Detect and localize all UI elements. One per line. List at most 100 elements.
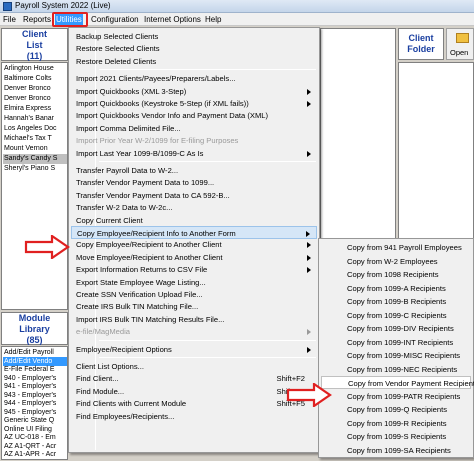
utilities-menu-item[interactable]: Create SSN Verification Upload File... bbox=[71, 288, 317, 301]
utilities-menu-item[interactable]: e-file/MagMedia bbox=[71, 325, 317, 338]
menu-configuration[interactable]: Configuration bbox=[90, 14, 140, 25]
utilities-dropdown: Backup Selected Clients Restore Selected … bbox=[68, 27, 320, 453]
menu-item-label: Move Employee/Recipient to Another Clien… bbox=[76, 252, 223, 262]
client-list-item[interactable]: Arlington House bbox=[3, 64, 67, 74]
copy-submenu-item[interactable]: Copy from 1099-SA Recipients bbox=[321, 444, 471, 457]
client-list-item[interactable]: Denver Bronco bbox=[3, 84, 67, 94]
menu-item-label: Import Quickbooks Vendor Info and Paymen… bbox=[76, 111, 269, 121]
client-list-panel[interactable]: Arlington House Baltimore Colts Denver Bro… bbox=[1, 62, 68, 310]
client-list-item[interactable]: Sandy's Candy S bbox=[3, 154, 67, 164]
utilities-menu-item[interactable]: Copy Current Client bbox=[71, 214, 317, 227]
menu-item-label: Client List Options... bbox=[76, 362, 144, 371]
utilities-menu-item[interactable]: Restore Selected Clients bbox=[71, 42, 317, 55]
submenu-arrow-icon bbox=[307, 329, 311, 336]
open-button[interactable]: Open bbox=[446, 28, 474, 60]
utilities-menu-item[interactable]: Backup Selected Clients bbox=[71, 30, 317, 43]
utilities-menu-item[interactable]: Export State Employee Wage Listing... bbox=[71, 276, 317, 289]
utilities-menu-item[interactable]: Client List Options... bbox=[71, 360, 317, 373]
menu-item-label: Restore Deleted Clients bbox=[76, 56, 157, 66]
menu-item-label: Import Prior Year W-2/1099 for E-filing … bbox=[76, 136, 239, 146]
menu-item-label: Import IRS Bulk TIN Matching Results Fil… bbox=[76, 314, 225, 324]
client-folder-header[interactable]: Client Folder bbox=[398, 28, 444, 60]
utilities-menu-item[interactable]: Import Quickbooks (Keystroke 5-Step (if … bbox=[71, 97, 317, 110]
utilities-menu-item[interactable]: Import Prior Year W-2/1099 for E-filing … bbox=[71, 134, 317, 147]
utilities-menu-item[interactable]: Find Module...Shift+F4 bbox=[71, 385, 317, 398]
module-library-panel[interactable]: Add/Edit Payroll Add/Edit Vendo E-File Fed… bbox=[1, 346, 68, 460]
menu-item-label: Create IRS Bulk TIN Matching File... bbox=[76, 302, 199, 312]
module-library-header[interactable]: Module Library (85) bbox=[1, 312, 68, 345]
copy-submenu-item[interactable]: Copy from 1098 Recipients bbox=[321, 268, 471, 281]
client-list-label: List bbox=[26, 40, 43, 50]
submenu-arrow-icon bbox=[306, 231, 310, 237]
client-list-item[interactable]: Michael's Tax T bbox=[3, 134, 67, 144]
utilities-menu-item[interactable]: Restore Deleted Clients bbox=[71, 55, 317, 68]
utilities-menu-item[interactable]: Transfer Vendor Payment Data to 1099... bbox=[71, 176, 317, 189]
utilities-menu-item[interactable]: Import Last Year 1099-B/1099-C As Is bbox=[71, 147, 317, 160]
utilities-menu-item[interactable]: Import Quickbooks (XML 3-Step) bbox=[71, 85, 317, 98]
utilities-menu-item[interactable]: Find Employees/Recipients... bbox=[71, 410, 317, 423]
menu-reports[interactable]: Reports bbox=[22, 14, 52, 25]
client-list-item[interactable]: Sheryl's Piano S bbox=[3, 164, 67, 174]
utilities-menu-item[interactable]: Create IRS Bulk TIN Matching File... bbox=[71, 300, 317, 313]
submenu-arrow-icon bbox=[307, 101, 311, 107]
menu-separator bbox=[99, 339, 316, 341]
menu-internet-options[interactable]: Internet Options bbox=[143, 14, 202, 25]
copy-submenu-item[interactable]: Copy from 1099-INT Recipients bbox=[321, 336, 471, 349]
client-list-item[interactable]: Mount Vernon bbox=[3, 144, 67, 154]
copy-submenu-item[interactable]: Copy from 1099-C Recipients bbox=[321, 309, 471, 322]
menu-item-label: Transfer W-2 Data to W-2c... bbox=[76, 203, 173, 213]
utilities-menu-item[interactable]: Transfer Payroll Data to W-2... bbox=[71, 164, 317, 177]
copy-submenu-item[interactable]: Copy from 1099-B Recipients bbox=[321, 295, 471, 308]
submenu-arrow-icon bbox=[307, 346, 311, 353]
client-list-label: Client bbox=[21, 29, 47, 39]
app-icon bbox=[3, 2, 12, 11]
module-list-item[interactable]: AZ A1-APR - Acr bbox=[3, 450, 67, 459]
utilities-menu-item[interactable]: Copy Employee/Recipient Info to Another … bbox=[71, 226, 317, 239]
utilities-menu-item[interactable]: Copy Employee/Recipient to Another Clien… bbox=[71, 238, 317, 251]
utilities-menu-item[interactable]: Find Clients with Current Module Shift+F5 bbox=[71, 397, 317, 410]
client-list-header[interactable]: Client List (11) bbox=[1, 28, 68, 61]
submenu-arrow-icon bbox=[307, 242, 311, 249]
copy-submenu-item[interactable]: Copy from 1099-R Recipients bbox=[321, 417, 471, 430]
window-title: Payroll System 2022 (Live) bbox=[15, 1, 111, 10]
client-list-item[interactable]: Hannah's Banar bbox=[3, 114, 67, 124]
menu-item-label: Copy Employee/Recipient to Another Clien… bbox=[76, 240, 222, 250]
utilities-menu-item[interactable]: Import Comma Delimited File... bbox=[71, 122, 317, 135]
utilities-menu-item[interactable]: Find Client... Shift+F2 bbox=[71, 372, 317, 385]
copy-submenu-item[interactable]: Copy from 1099-PATR Recipients bbox=[321, 390, 471, 403]
menu-item-label: Copy Current Client bbox=[76, 215, 143, 225]
copy-submenu-item[interactable]: Copy from 1099-MISC Recipients bbox=[321, 349, 471, 362]
copy-submenu-item[interactable]: Copy from 1099-S Recipients bbox=[321, 430, 471, 443]
copy-submenu-item[interactable]: Copy from 1099-Q Recipients bbox=[321, 403, 471, 416]
menu-item-label: Transfer Vendor Payment Data to CA 592-B… bbox=[76, 190, 230, 200]
client-list-item[interactable]: Baltimore Colts bbox=[3, 74, 67, 84]
copy-submenu-item[interactable]: Copy from W-2 Employees bbox=[321, 255, 471, 268]
copy-submenu-item[interactable]: Copy from 1099-DIV Recipients bbox=[321, 322, 471, 335]
module-library-label: Module bbox=[18, 313, 51, 323]
open-button-label: Open bbox=[450, 48, 469, 57]
client-folder-label: Folder bbox=[407, 44, 435, 54]
menu-item-label: Import 2021 Clients/Payees/Preparers/Lab… bbox=[76, 74, 236, 84]
client-list-item[interactable]: Denver Bronco bbox=[3, 94, 67, 104]
utilities-menu-item[interactable]: Transfer W-2 Data to W-2c... bbox=[71, 201, 317, 214]
client-list-item[interactable]: Elmira Express bbox=[3, 104, 67, 114]
submenu-arrow-icon bbox=[307, 267, 311, 274]
utilities-menu-item[interactable]: Move Employee/Recipient to Another Clien… bbox=[71, 251, 317, 264]
utilities-menu-item[interactable]: Import Quickbooks Vendor Info and Paymen… bbox=[71, 109, 317, 122]
copy-submenu: Copy from 941 Payroll Employees Copy from… bbox=[318, 238, 474, 458]
copy-submenu-item[interactable]: Copy from 1099-NEC Recipients bbox=[321, 363, 471, 376]
menu-file[interactable]: File bbox=[2, 14, 17, 25]
utilities-menu-item[interactable]: Import IRS Bulk TIN Matching Results Fil… bbox=[71, 313, 317, 326]
menu-item-label: Export State Employee Wage Listing... bbox=[76, 277, 206, 287]
utilities-menu-item[interactable]: Export Information Returns to CSV File bbox=[71, 263, 317, 276]
copy-submenu-item[interactable]: Copy from 1099-A Recipients bbox=[321, 282, 471, 295]
menu-item-label: Restore Selected Clients bbox=[76, 44, 160, 54]
utilities-menu-item[interactable]: Transfer Vendor Payment Data to CA 592-B… bbox=[71, 189, 317, 202]
copy-submenu-item[interactable]: Copy from Vendor Payment Recipients bbox=[321, 376, 474, 389]
menu-help[interactable]: Help bbox=[204, 14, 222, 25]
copy-submenu-item[interactable]: Copy from 941 Payroll Employees bbox=[321, 241, 471, 254]
menu-item-label: Transfer Vendor Payment Data to 1099... bbox=[76, 178, 215, 188]
utilities-menu-item[interactable]: Employee/Recipient Options bbox=[71, 343, 317, 356]
client-list-item[interactable]: Los Angeles Doc bbox=[3, 124, 67, 134]
utilities-menu-item[interactable]: Import 2021 Clients/Payees/Preparers/Lab… bbox=[71, 72, 317, 85]
